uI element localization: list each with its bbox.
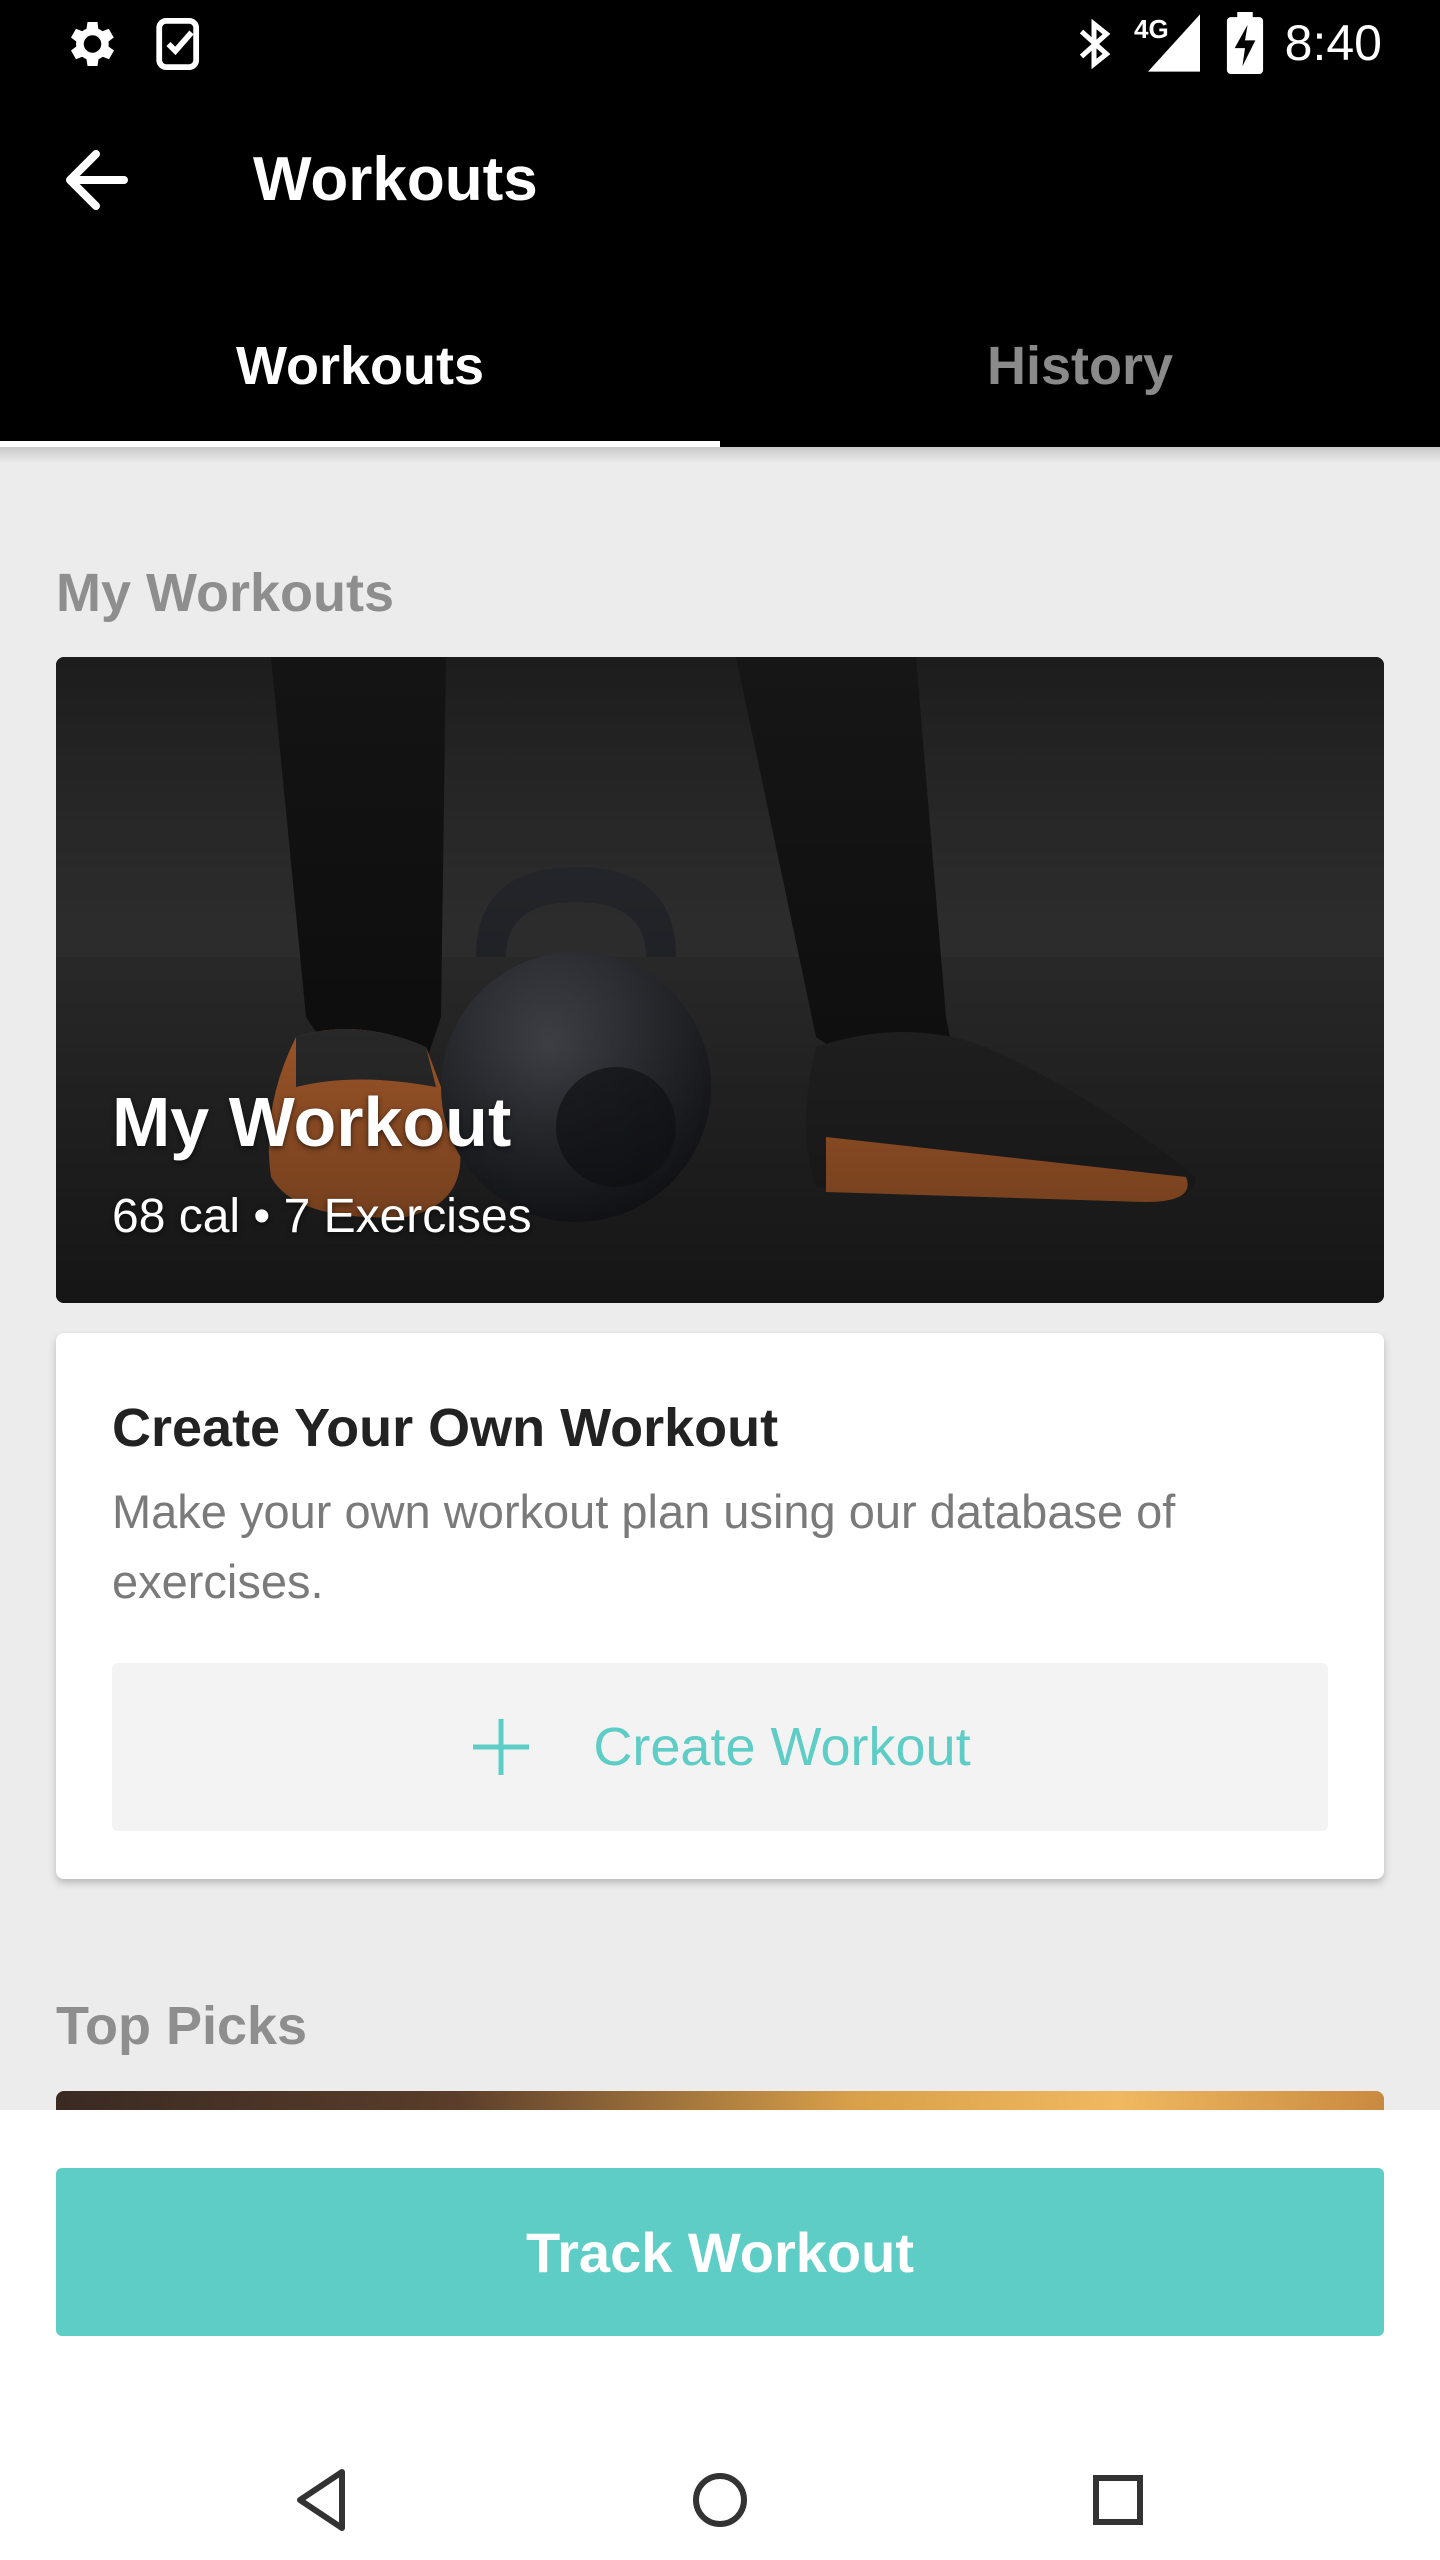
create-card-title: Create Your Own Workout xyxy=(112,1398,779,1458)
app-bar: Workouts xyxy=(0,84,1440,284)
create-card-description: Make your own workout plan using our dat… xyxy=(112,1485,1176,1608)
workouts-content[interactable]: My Workouts My Workout 68 cal • 7 Exerci… xyxy=(0,447,1440,2110)
tab-workouts[interactable]: Workouts xyxy=(0,284,720,447)
section-title-my-workouts: My Workouts xyxy=(56,563,395,623)
status-bar: 4G 8:40 xyxy=(0,0,1440,84)
section-title-top-picks: Top Picks xyxy=(56,1996,308,2056)
gear-icon xyxy=(71,22,114,66)
plus-icon xyxy=(473,1719,530,1775)
bottom-action-panel: Track Workout xyxy=(0,2110,1440,2440)
battery-charging-icon xyxy=(1226,12,1264,74)
bluetooth-icon xyxy=(1079,18,1111,70)
track-workout-button[interactable]: Track Workout xyxy=(56,2168,1384,2336)
system-nav-bar xyxy=(0,2440,1440,2560)
workout-card-title: My Workout xyxy=(112,1083,512,1161)
home-circle-icon[interactable] xyxy=(680,2460,760,2540)
tab-history[interactable]: History xyxy=(720,284,1440,447)
workout-card-subtitle: 68 cal • 7 Exercises xyxy=(112,1190,532,1243)
tab-bar: Workouts History xyxy=(0,284,1440,447)
arrow-back-icon[interactable] xyxy=(48,128,148,228)
create-workout-label: Create Workout xyxy=(593,1717,971,1777)
create-workout-button[interactable]: Create Workout xyxy=(112,1663,1328,1831)
status-time: 8:40 xyxy=(1284,15,1382,71)
workout-card[interactable]: My Workout 68 cal • 7 Exercises xyxy=(56,657,1384,1303)
top-pick-card-preview[interactable] xyxy=(56,2091,1384,2110)
recents-square-icon[interactable] xyxy=(1078,2460,1158,2540)
back-triangle-icon[interactable] xyxy=(282,2460,362,2540)
page-title: Workouts xyxy=(253,145,538,214)
task-check-icon xyxy=(156,18,200,70)
create-workout-card: Create Your Own Workout Make your own wo… xyxy=(56,1333,1384,1879)
signal-icon xyxy=(1148,14,1200,72)
